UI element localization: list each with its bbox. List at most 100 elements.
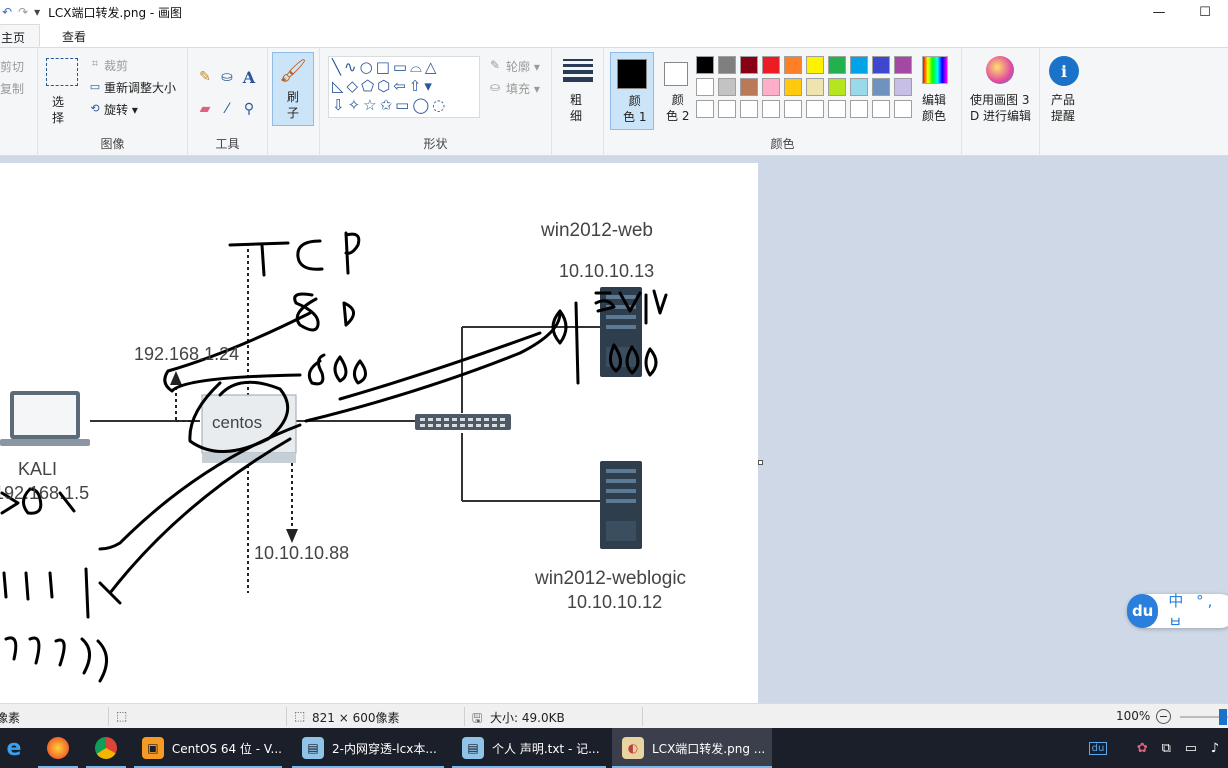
rotate-icon: ⟲ — [90, 101, 100, 115]
fill-button[interactable]: 填充 ▾ — [506, 80, 540, 97]
rotate-button[interactable]: 旋转 ▾ — [104, 101, 138, 118]
tray-network-icon[interactable]: ▭ — [1185, 741, 1197, 756]
line-thickness-icon[interactable] — [562, 56, 594, 84]
ime-mode-text[interactable]: 中 °, ㅂ — [1168, 590, 1228, 632]
palette-swatch[interactable] — [762, 100, 780, 118]
customize-quick-access-icon[interactable]: ▾ — [34, 5, 40, 19]
taskbar-notepad-2[interactable]: ▤ 个人 声明.txt - 记... — [452, 728, 606, 768]
shapes-gallery[interactable]: ╲∿○□▭⌓△ ◺◇⬠⬡⇦⇧▾ ⇩✧☆✩▭◯◌ — [328, 56, 480, 118]
outline-button[interactable]: 轮廓 ▾ — [506, 58, 540, 75]
palette-swatch[interactable] — [740, 100, 758, 118]
size-button[interactable]: 粗 细 — [570, 92, 582, 124]
taskbar-paint[interactable]: ◐ LCX端口转发.png ... — [612, 728, 772, 768]
palette-swatch[interactable] — [740, 78, 758, 96]
crop-button[interactable]: 裁剪 — [104, 57, 128, 74]
palette-swatch[interactable] — [718, 78, 736, 96]
edit-colors-button[interactable]: 编辑 颜色 — [922, 92, 946, 124]
tab-view[interactable]: 查看 — [40, 24, 100, 47]
palette-swatch[interactable] — [894, 56, 912, 74]
tray-flower-icon[interactable]: ✿ — [1137, 741, 1148, 756]
taskbar-notepad-1-label: 2-内网穿透-lcx本... — [332, 741, 437, 756]
color-picker-icon[interactable]: ⁄ — [218, 100, 236, 118]
canvas-dimensions: 821 × 600像素 — [312, 711, 400, 725]
weblogic-server-icon — [600, 461, 642, 549]
product-alert-group: i 产品 提醒 — [1040, 48, 1088, 156]
zoom-slider-thumb[interactable] — [1219, 709, 1227, 725]
redo-icon[interactable]: ↷ — [18, 5, 28, 19]
info-icon[interactable]: i — [1049, 56, 1079, 86]
drawing-canvas[interactable]: 192.168.1.24 centos KALI 192.168.1.5 10.… — [0, 163, 758, 703]
firefox-button[interactable] — [38, 728, 78, 768]
text-tool-icon[interactable]: A — [240, 68, 258, 87]
laptop-icon — [0, 391, 90, 446]
outline-icon: ✎ — [489, 58, 501, 72]
palette-swatch[interactable] — [762, 78, 780, 96]
taskbar-notepad-1[interactable]: ▤ 2-内网穿透-lcx本... — [292, 728, 444, 768]
ribbon-tabs: 主页 查看 — [0, 24, 1228, 48]
zoom-out-button[interactable]: − — [1156, 709, 1171, 724]
palette-swatch[interactable] — [806, 56, 824, 74]
color1-button[interactable]: 颜 色 1 — [610, 52, 654, 130]
palette-swatch[interactable] — [784, 78, 802, 96]
palette-swatch[interactable] — [850, 100, 868, 118]
brushes-label: 刷 子 — [287, 90, 300, 120]
pencil-icon[interactable]: ✎ — [196, 68, 214, 86]
weblogic-server-name: win2012-weblogic — [535, 568, 687, 589]
brushes-button[interactable]: 🖌 刷 子 — [272, 52, 314, 126]
maximize-button[interactable]: ☐ — [1182, 0, 1228, 24]
system-tray: ✿ ⧉ ▭ ♪ — [1130, 728, 1226, 768]
fill-bucket-icon[interactable]: ⛀ — [218, 68, 236, 86]
chrome-button[interactable] — [86, 728, 126, 768]
cut-button[interactable]: 剪切 — [0, 58, 24, 75]
palette-swatch[interactable] — [696, 78, 714, 96]
ime-toolbar[interactable]: du 中 °, ㅂ — [1127, 592, 1228, 631]
palette-swatch[interactable] — [872, 56, 890, 74]
palette-swatch[interactable] — [784, 56, 802, 74]
palette-swatch[interactable] — [784, 100, 802, 118]
paint3d-button[interactable]: 使用画图 3 D 进行编辑 — [970, 92, 1031, 124]
palette-swatch[interactable] — [828, 56, 846, 74]
cursor-position: 像素 — [0, 711, 21, 725]
selection-size-icon: ⬚ — [116, 709, 128, 723]
taskbar-vmware-label: CentOS 64 位 - V... — [171, 741, 282, 756]
edit-colors-icon[interactable] — [922, 56, 948, 84]
palette-swatch[interactable] — [872, 100, 890, 118]
taskbar-vmware[interactable]: ▣ CentOS 64 位 - V... — [134, 728, 282, 768]
palette-swatch[interactable] — [696, 100, 714, 118]
palette-swatch[interactable] — [806, 100, 824, 118]
shapes-row-2: ◺◇⬠⬡⇦⇧▾ — [332, 77, 435, 95]
palette-swatch[interactable] — [894, 78, 912, 96]
select-icon[interactable] — [46, 58, 78, 86]
undo-icon[interactable]: ↶ — [2, 5, 12, 19]
palette-swatch[interactable] — [718, 100, 736, 118]
palette-swatch[interactable] — [850, 56, 868, 74]
vmware-icon: ▣ — [142, 737, 164, 759]
tray-display-icon[interactable]: ⧉ — [1162, 741, 1171, 756]
paint3d-icon[interactable] — [986, 56, 1014, 84]
palette-swatch[interactable] — [806, 78, 824, 96]
palette-swatch[interactable] — [718, 56, 736, 74]
select-button[interactable]: 选 择 — [52, 94, 64, 126]
magnifier-icon[interactable]: ⚲ — [240, 100, 258, 118]
color2-button[interactable]: 颜 色 2 — [656, 52, 700, 130]
ime-tray-button[interactable]: du — [1088, 728, 1108, 768]
edge-button[interactable]: e — [0, 728, 34, 768]
switch-icon — [415, 414, 511, 430]
copy-button[interactable]: 复制 — [0, 80, 24, 97]
palette-swatch[interactable] — [696, 56, 714, 74]
product-alert-button[interactable]: 产品 提醒 — [1051, 92, 1075, 124]
tray-volume-icon[interactable]: ♪ — [1211, 741, 1219, 756]
brush-icon: 🖌 — [279, 58, 307, 84]
palette-swatch[interactable] — [740, 56, 758, 74]
tab-home[interactable]: 主页 — [0, 24, 41, 47]
palette-swatch[interactable] — [894, 100, 912, 118]
palette-swatch[interactable] — [762, 56, 780, 74]
palette-swatch[interactable] — [850, 78, 868, 96]
canvas-resize-handle[interactable] — [758, 460, 763, 465]
palette-swatch[interactable] — [872, 78, 890, 96]
palette-swatch[interactable] — [828, 78, 846, 96]
resize-button[interactable]: 重新调整大小 — [104, 79, 176, 96]
minimize-button[interactable]: — — [1136, 0, 1182, 24]
palette-swatch[interactable] — [828, 100, 846, 118]
eraser-icon[interactable]: ▰ — [196, 100, 214, 118]
